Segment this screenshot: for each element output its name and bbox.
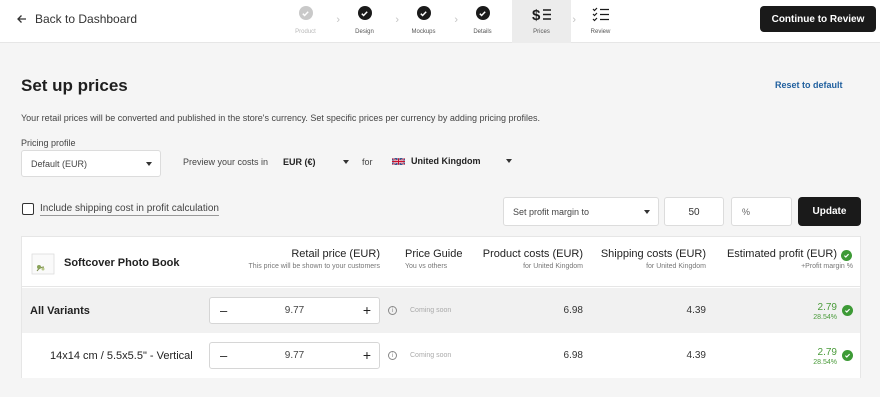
table-row: 14x14 cm / 5.5x5.5" - Vertical – 9.77 + … [22, 333, 860, 378]
svg-text:$: $ [532, 7, 541, 23]
estimated-profit: 2.79 28.54% [782, 302, 837, 321]
info-icon[interactable]: i [388, 306, 397, 315]
page-title: Set up prices [21, 76, 128, 95]
uk-flag-icon [392, 157, 405, 165]
for-label: for [362, 157, 373, 167]
product-name: Softcover Photo Book [64, 257, 180, 269]
column-subtitle: +Profit margin % [801, 263, 853, 270]
step-product[interactable]: Product › [276, 0, 340, 43]
update-button[interactable]: Update [798, 197, 861, 226]
include-shipping-checkbox[interactable] [22, 203, 34, 215]
retail-price-stepper[interactable]: – 9.77 + [209, 342, 380, 369]
table-header: Softcover Photo Book Retail price (EUR) … [22, 237, 860, 287]
pricing-profile-select[interactable]: Default (EUR) [21, 150, 161, 177]
column-retail-price: Retail price (EUR) This price will be sh… [212, 248, 381, 270]
step-mockups[interactable]: Mockups › [394, 0, 458, 43]
check-circle-icon [475, 6, 490, 20]
page-description: Your retail prices will be converted and… [21, 113, 540, 123]
price-guide-status: Coming soon [410, 352, 452, 359]
country-value: United Kingdom [411, 156, 481, 166]
step-details[interactable]: Details › [453, 0, 517, 43]
step-design[interactable]: Design › [335, 0, 399, 43]
column-title: Estimated profit (EUR) [726, 248, 837, 260]
back-to-dashboard-link[interactable]: Back to Dashboard [17, 12, 137, 26]
check-circle-icon [416, 6, 431, 20]
estimated-profit: 2.79 28.54% [782, 347, 837, 366]
step-prices[interactable]: $ Prices › [512, 0, 576, 43]
pricing-profile-label: Pricing profile [21, 138, 76, 148]
shipping-cost-value: 4.39 [686, 350, 706, 361]
increment-button[interactable]: + [363, 347, 371, 363]
column-subtitle: for United Kingdom [523, 263, 583, 270]
column-title: Product costs (EUR) [482, 248, 583, 260]
check-circle-icon [842, 350, 853, 361]
table-row: All Variants – 9.77 + i Coming soon 6.98… [22, 288, 860, 333]
column-subtitle: for United Kingdom [646, 263, 706, 270]
caret-down-icon [644, 209, 650, 214]
preview-costs-label: Preview your costs in [183, 157, 269, 167]
profit-value: 2.79 [817, 302, 837, 313]
include-shipping-label[interactable]: Include shipping cost in profit calculat… [40, 203, 219, 216]
check-circle-icon [298, 6, 313, 20]
step-label: Prices [533, 29, 550, 35]
profit-margin-value: 28.54% [813, 314, 837, 321]
variant-name: 14x14 cm / 5.5x5.5" - Vertical [50, 350, 193, 362]
price-guide-status: Coming soon [410, 307, 452, 314]
arrow-left-icon [17, 15, 26, 23]
pricing-profile-value: Default (EUR) [31, 158, 88, 169]
caret-down-icon [343, 160, 349, 164]
profit-mode-select[interactable]: Set profit margin to [503, 197, 659, 226]
shipping-cost-value: 4.39 [686, 305, 706, 316]
product-cost-value: 6.98 [563, 305, 583, 316]
back-label: Back to Dashboard [35, 12, 138, 26]
reset-to-default-link[interactable]: Reset to default [775, 80, 843, 90]
column-shipping-costs: Shipping costs (EUR) for United Kingdom [587, 248, 706, 270]
profit-margin-input[interactable]: 50 [664, 197, 724, 226]
currency-select[interactable]: EUR (€) [283, 157, 351, 167]
currency-value: EUR (€) [283, 157, 316, 167]
product-thumbnail [31, 253, 55, 275]
progress-steps: Product › Design › Mockups › Details › [276, 0, 630, 43]
profit-mode-value: Set profit margin to [513, 206, 590, 217]
step-label: Product [295, 29, 316, 35]
profit-margin-value: 28.54% [813, 359, 837, 366]
retail-price-stepper[interactable]: – 9.77 + [209, 297, 380, 324]
step-label: Details [473, 29, 492, 35]
column-subtitle: This price will be shown to your custome… [248, 263, 381, 270]
info-icon[interactable]: i [388, 351, 397, 360]
check-circle-icon [357, 6, 372, 20]
margin-unit-input[interactable]: % [731, 197, 792, 226]
country-select[interactable]: United Kingdom [392, 156, 516, 166]
variant-name: All Variants [30, 305, 90, 317]
retail-price-value[interactable]: 9.77 [210, 305, 379, 316]
step-label: Review [590, 29, 611, 35]
column-title: Retail price (EUR) [291, 248, 380, 260]
top-bar: Back to Dashboard Product › Design › Moc… [0, 0, 880, 43]
product-cost-value: 6.98 [563, 350, 583, 361]
dollar-list-icon: $ [532, 6, 552, 23]
step-label: Design [355, 29, 374, 35]
prices-table: Softcover Photo Book Retail price (EUR) … [21, 236, 861, 378]
retail-price-value[interactable]: 9.77 [210, 350, 379, 361]
increment-button[interactable]: + [363, 302, 371, 318]
step-label: Mockups [411, 29, 436, 35]
caret-down-icon [506, 159, 512, 163]
column-estimated-profit: Estimated profit (EUR) +Profit margin % [712, 248, 853, 270]
checklist-icon [592, 6, 610, 23]
continue-to-review-button[interactable]: Continue to Review [760, 6, 876, 32]
check-circle-icon [841, 250, 852, 261]
profit-value: 2.79 [817, 347, 837, 358]
check-circle-icon [842, 305, 853, 316]
column-product-costs: Product costs (EUR) for United Kingdom [467, 248, 583, 270]
step-review[interactable]: Review [571, 0, 630, 43]
caret-down-icon [146, 161, 152, 166]
column-title: Shipping costs (EUR) [600, 248, 706, 260]
